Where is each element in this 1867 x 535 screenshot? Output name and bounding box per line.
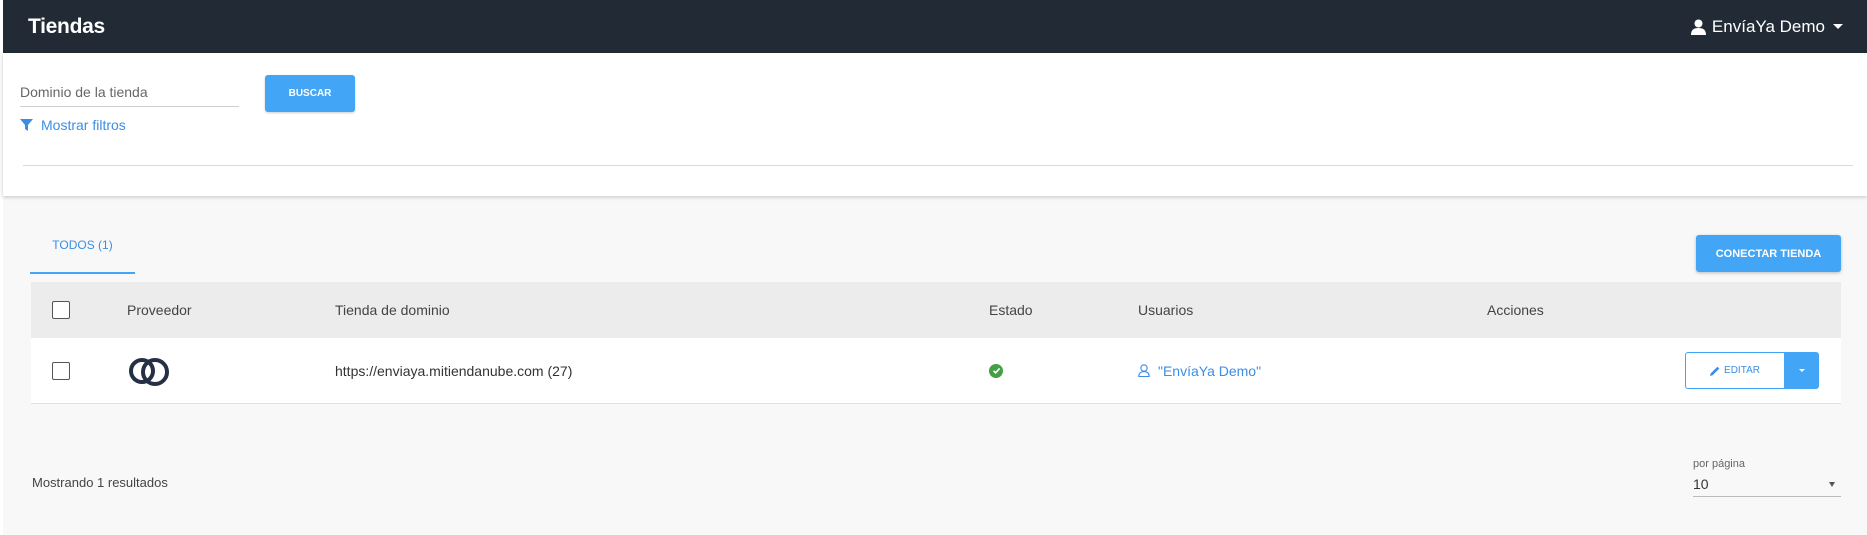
user-name: EnvíaYa Demo xyxy=(1711,16,1825,36)
table-row: https://enviaya.mitiendanube.com (27) "E… xyxy=(31,338,1841,404)
user-outline-icon xyxy=(1138,364,1150,377)
edit-button-label: EDITAR xyxy=(1724,365,1760,376)
chevron-down-icon xyxy=(1833,24,1843,29)
user-icon xyxy=(1690,19,1706,35)
row-checkbox[interactable] xyxy=(52,361,70,380)
chevron-down-icon xyxy=(1799,369,1805,372)
top-navbar: Tiendas EnvíaYa Demo xyxy=(3,0,1867,53)
column-header-provider: Proveedor xyxy=(127,302,192,318)
results-count: Mostrando 1 resultados xyxy=(32,475,168,490)
per-page-select[interactable]: 10 xyxy=(1693,472,1841,497)
users-cell: "EnvíaYa Demo" xyxy=(1138,338,1261,403)
user-menu[interactable]: EnvíaYa Demo xyxy=(1690,16,1843,37)
search-card: BUSCAR Mostrar filtros xyxy=(3,53,1867,196)
check-circle-icon xyxy=(989,363,1003,378)
search-button[interactable]: BUSCAR xyxy=(265,75,355,112)
stores-table: Proveedor Tienda de dominio Estado Usuar… xyxy=(31,282,1841,404)
edit-button-group: EDITAR xyxy=(1685,352,1819,389)
app-container: Tiendas EnvíaYa Demo BUSCAR Mostrar filt… xyxy=(3,0,1867,535)
show-filters-link[interactable]: Mostrar filtros xyxy=(20,117,126,133)
select-all-checkbox[interactable] xyxy=(52,301,70,319)
tab-todos[interactable]: TODOS (1) xyxy=(30,226,135,274)
divider xyxy=(23,165,1853,166)
chevron-down-icon xyxy=(1829,481,1835,487)
store-domain: https://enviaya.mitiendanube.com (27) xyxy=(335,362,573,379)
user-link[interactable]: "EnvíaYa Demo" xyxy=(1138,363,1261,379)
column-header-domain: Tienda de dominio xyxy=(335,302,450,318)
connect-store-button[interactable]: CONECTAR TIENDA xyxy=(1696,235,1841,272)
status-cell xyxy=(989,338,1003,403)
per-page-label: por página xyxy=(1693,458,1745,470)
pencil-icon xyxy=(1710,366,1720,376)
actions-cell: EDITAR xyxy=(1685,338,1819,403)
table-header: Proveedor Tienda de dominio Estado Usuar… xyxy=(31,282,1841,338)
store-domain-input[interactable] xyxy=(20,77,239,107)
per-page-control: por página 10 xyxy=(1693,458,1841,497)
provider-cell xyxy=(127,338,173,403)
edit-button[interactable]: EDITAR xyxy=(1685,352,1785,389)
row-checkbox-cell xyxy=(52,338,70,403)
tiendanube-logo-icon xyxy=(129,357,169,386)
header-checkbox-cell xyxy=(52,282,70,338)
page: Tiendas EnvíaYa Demo BUSCAR Mostrar filt… xyxy=(0,0,1867,535)
user-link-label: "EnvíaYa Demo" xyxy=(1158,362,1262,379)
column-header-users: Usuarios xyxy=(1138,302,1194,318)
show-filters-label: Mostrar filtros xyxy=(41,117,126,133)
per-page-value: 10 xyxy=(1693,476,1709,492)
filter-icon xyxy=(20,119,33,131)
column-header-status: Estado xyxy=(989,302,1033,318)
column-header-actions: Acciones xyxy=(1487,302,1544,318)
actions-dropdown-toggle[interactable] xyxy=(1785,352,1819,389)
page-title: Tiendas xyxy=(28,14,105,38)
